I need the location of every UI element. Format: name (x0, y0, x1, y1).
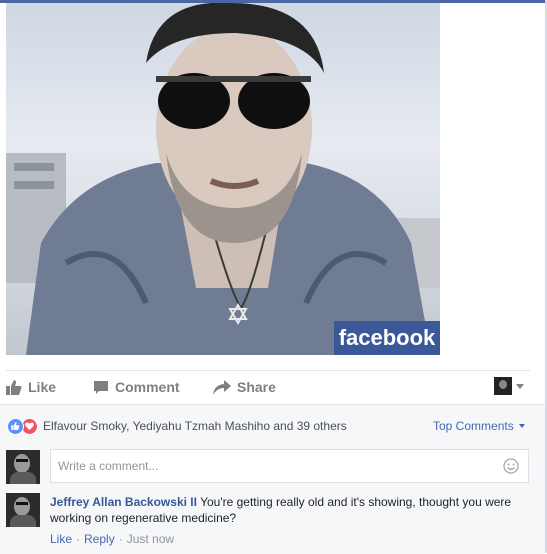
chevron-down-icon (516, 383, 524, 389)
like-button[interactable]: Like (6, 377, 56, 397)
comment-input[interactable]: Write a comment... (50, 449, 529, 483)
like-label: Like (28, 379, 57, 395)
share-arrow-icon (213, 379, 231, 395)
comment-bubble-icon (94, 380, 108, 394)
chevron-down-icon (518, 424, 525, 428)
comment-meta: Like · Reply · Just now (50, 532, 174, 546)
current-user-avatar[interactable] (6, 450, 40, 484)
facebook-watermark: facebook (334, 321, 440, 355)
share-label: Share (237, 379, 276, 395)
photo-illustration (6, 3, 440, 355)
commenter-name[interactable]: Jeffrey Allan Backowski II (50, 495, 197, 509)
commenter-avatar[interactable] (6, 493, 40, 527)
post-photo[interactable]: facebook (6, 3, 440, 355)
post-action-bar: Like Comment Share (6, 370, 530, 403)
emoji-icon[interactable] (503, 458, 519, 474)
page-avatar (494, 377, 512, 395)
like-reaction-icon (7, 417, 24, 435)
comment-reply-link[interactable]: Reply (84, 532, 115, 546)
comment-button[interactable]: Comment (93, 377, 180, 397)
comment-like-link[interactable]: Like (50, 532, 72, 546)
comment-sort-dropdown[interactable]: Top Comments (433, 419, 525, 433)
comment-placeholder: Write a comment... (58, 459, 159, 473)
separator-dot: · (76, 532, 81, 546)
comment-timestamp[interactable]: Just now (127, 532, 174, 546)
thumbs-up-icon (6, 379, 22, 395)
separator-dot: · (118, 532, 123, 546)
comment-body: Jeffrey Allan Backowski II You're gettin… (50, 494, 520, 526)
comment-label: Comment (115, 379, 180, 395)
reactors-text[interactable]: Elfavour Smoky, Yediyahu Tzmah Mashiho a… (43, 419, 347, 433)
post-as-selector[interactable] (494, 377, 524, 395)
comment-sort-label: Top Comments (433, 419, 514, 433)
share-button[interactable]: Share (213, 377, 276, 397)
reactions-summary[interactable]: Elfavour Smoky, Yediyahu Tzmah Mashiho a… (7, 417, 347, 435)
